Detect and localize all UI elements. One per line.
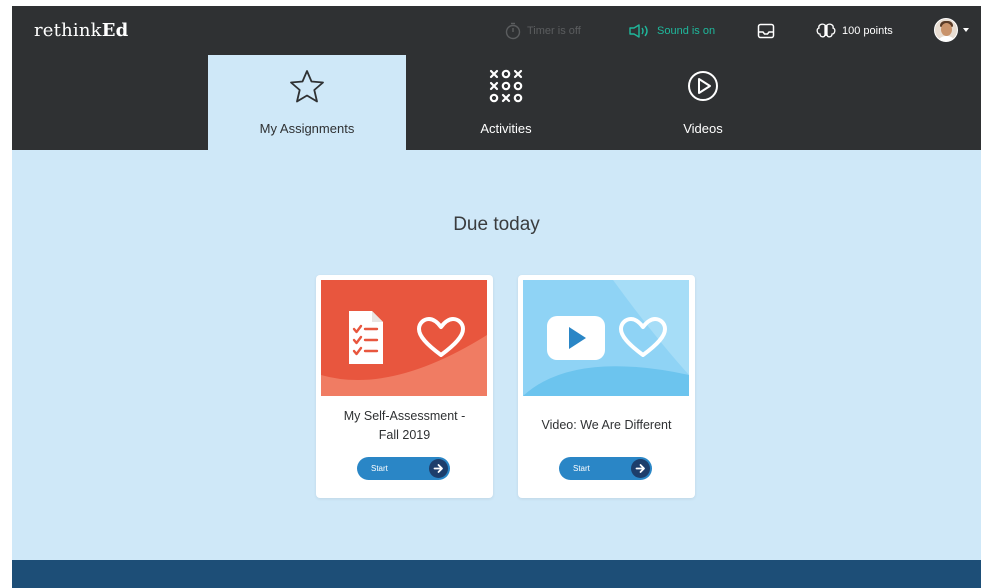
star-icon [290, 70, 324, 103]
app-window: rethinkEd Timer is off Sound is on 100 p… [12, 6, 981, 588]
card-title: My Self-Assessment - Fall 2019 [343, 409, 466, 442]
start-button[interactable]: Start [357, 457, 450, 480]
video-thumbnail [523, 280, 689, 396]
speaker-icon [629, 24, 648, 38]
footer-bar [12, 560, 981, 588]
play-circle-icon [688, 71, 718, 101]
top-navigation-bar: rethinkEd Timer is off Sound is on 100 p… [12, 6, 981, 150]
timer-toggle[interactable]: Timer is off [505, 21, 581, 41]
tab-label: My Assignments [259, 121, 355, 136]
tab-label: Videos [683, 121, 723, 136]
due-today-heading: Due today [453, 214, 540, 235]
card-title: Video: We Are Different [541, 418, 672, 432]
tic-tac-toe-icon [489, 69, 523, 103]
brain-icon [816, 23, 836, 38]
chevron-down-icon [963, 28, 969, 32]
tab-activities[interactable]: Activities [407, 55, 605, 150]
arrow-right-icon [631, 459, 650, 478]
timer-label: Timer is off [527, 25, 581, 37]
points-label: 100 points [842, 25, 893, 37]
arrow-right-icon [429, 459, 448, 478]
tab-videos[interactable]: Videos [604, 55, 802, 150]
inbox-button[interactable] [757, 21, 775, 41]
inbox-icon [757, 23, 775, 39]
points-display[interactable]: 100 points [816, 21, 893, 41]
rethinked-logo[interactable]: rethinkEd [34, 20, 128, 41]
stopwatch-icon [505, 22, 521, 40]
assignment-card-self-assessment[interactable]: My Self-Assessment - Fall 2019 Start [316, 275, 493, 498]
sound-toggle[interactable]: Sound is on [629, 21, 715, 41]
assignment-thumbnail [321, 280, 487, 396]
video-play-icon [547, 316, 605, 360]
avatar [934, 18, 958, 42]
assignment-card-video[interactable]: Video: We Are Different Start [518, 275, 695, 498]
profile-menu[interactable] [934, 18, 969, 42]
sound-label: Sound is on [657, 25, 716, 37]
tab-label: Activities [480, 121, 532, 136]
tab-my-assignments[interactable]: My Assignments [208, 55, 406, 150]
checklist-document-icon [349, 311, 383, 364]
start-button[interactable]: Start [559, 457, 652, 480]
